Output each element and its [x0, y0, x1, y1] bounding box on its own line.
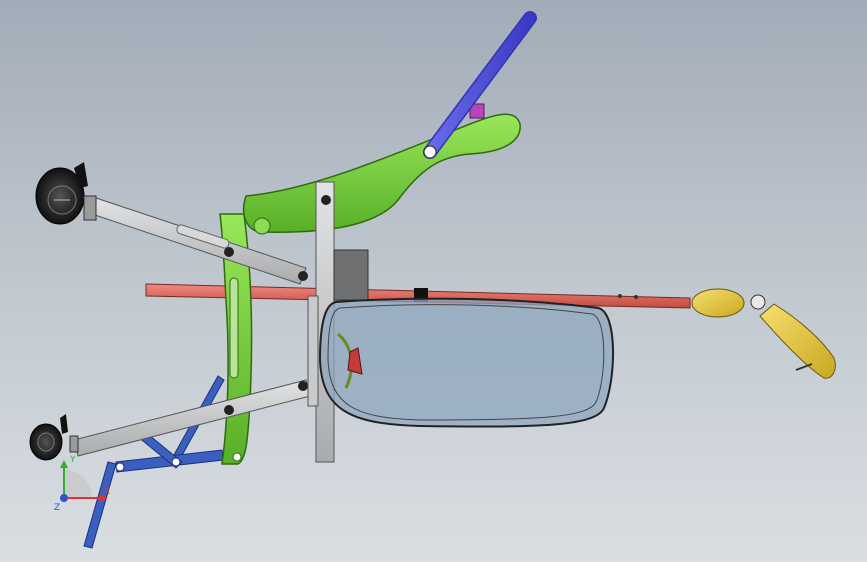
wheel-lower[interactable] — [29, 414, 79, 461]
x-axis-label: X — [104, 487, 110, 497]
motor-housing — [333, 249, 369, 301]
pedal-linkage[interactable] — [83, 375, 225, 549]
z-axis-dot — [60, 494, 68, 502]
mirror[interactable] — [318, 297, 615, 428]
y-axis-label: Y — [69, 455, 76, 465]
mirror-lens — [318, 297, 615, 428]
grip-handle[interactable] — [691, 288, 836, 379]
wheel-upper[interactable] — [35, 162, 97, 225]
z-axis-label: Z — [54, 503, 60, 513]
support-arm-lower[interactable] — [73, 379, 311, 457]
assembly-model[interactable]: Y X Z — [0, 0, 867, 562]
cad-viewport[interactable]: Y X Z — [0, 0, 867, 562]
